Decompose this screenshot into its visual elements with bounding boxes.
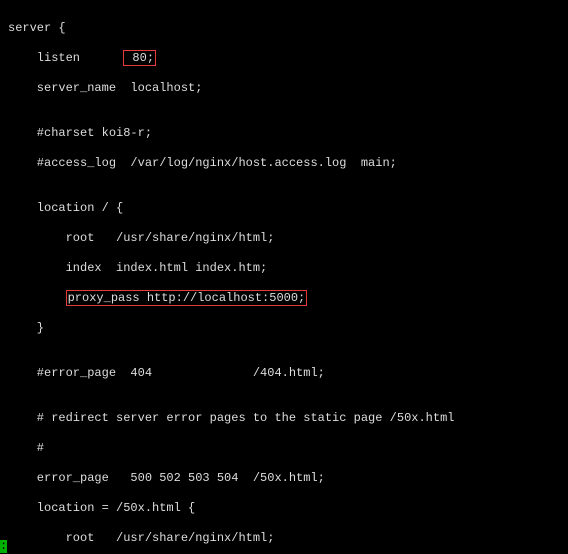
code-line: proxy_pass http://localhost:5000;	[8, 291, 560, 306]
code-text: listen	[8, 51, 123, 65]
code-line: index index.html index.htm;	[8, 261, 560, 276]
terminal-viewport[interactable]: server { listen 80; server_name localhos…	[0, 0, 568, 554]
code-line: location / {	[8, 201, 560, 216]
status-bar[interactable]: :	[0, 539, 568, 554]
code-line: #	[8, 441, 560, 456]
code-line: listen 80;	[8, 51, 560, 66]
highlight-listen-port: 80;	[123, 50, 156, 66]
code-line: server {	[8, 21, 560, 36]
highlight-proxy-pass: proxy_pass http://localhost:5000;	[66, 290, 308, 306]
code-line: #charset koi8-r;	[8, 126, 560, 141]
code-text	[8, 291, 66, 305]
code-line: error_page 500 502 503 504 /50x.html;	[8, 471, 560, 486]
code-line: #access_log /var/log/nginx/host.access.l…	[8, 156, 560, 171]
code-line: #error_page 404 /404.html;	[8, 366, 560, 381]
code-line: root /usr/share/nginx/html;	[8, 231, 560, 246]
code-line: server_name localhost;	[8, 81, 560, 96]
code-line: # redirect server error pages to the sta…	[8, 411, 560, 426]
code-line: }	[8, 321, 560, 336]
code-line: location = /50x.html {	[8, 501, 560, 516]
command-prompt-cursor[interactable]: :	[0, 540, 7, 553]
